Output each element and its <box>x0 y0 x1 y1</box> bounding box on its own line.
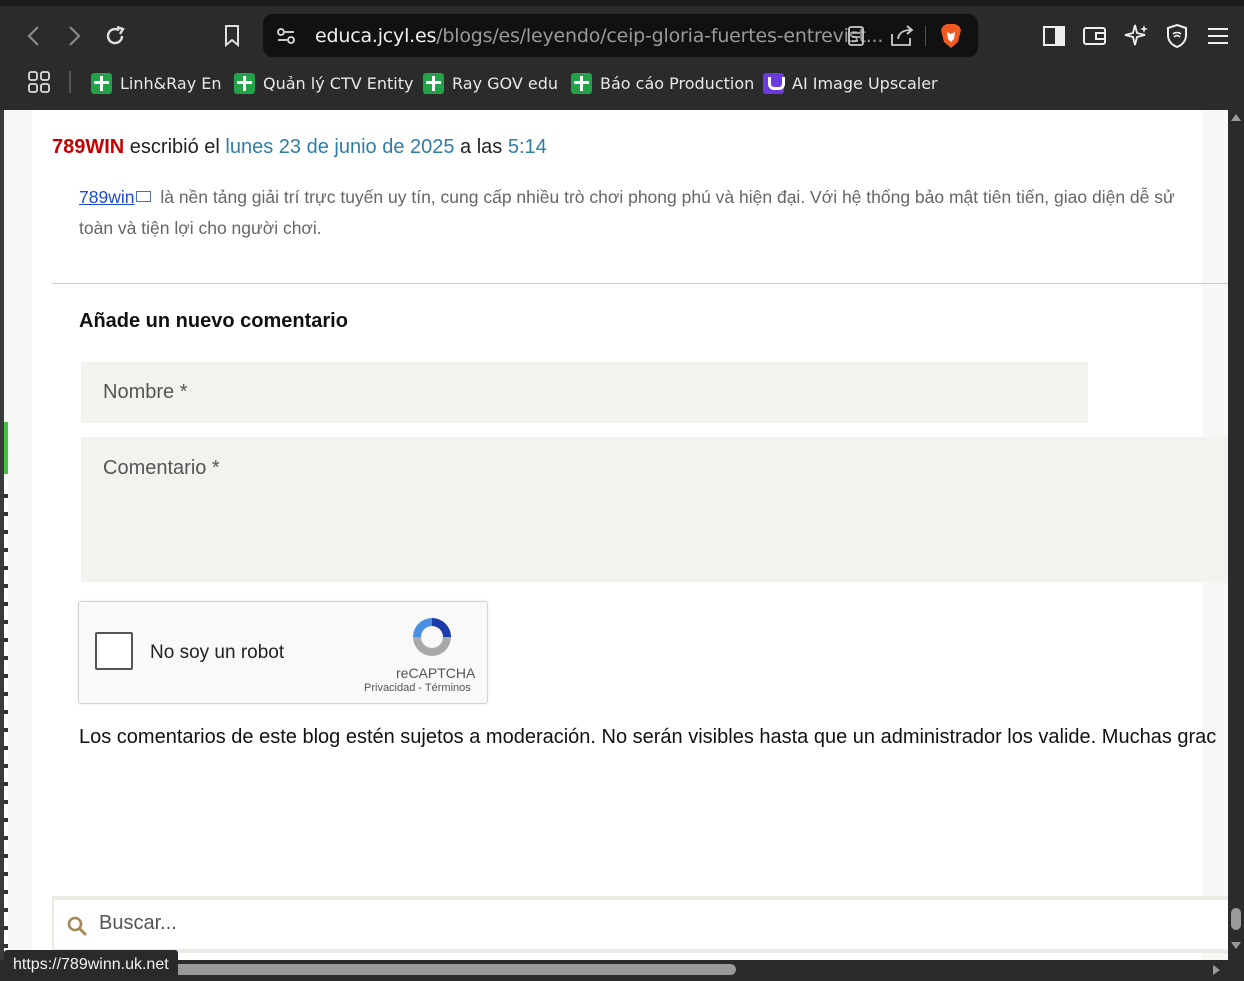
name-placeholder: Nombre * <box>103 381 188 403</box>
external-link-icon <box>136 191 152 202</box>
scroll-down-icon[interactable] <box>1231 942 1241 949</box>
url-path: /blogs/es/leyendo/ceip-gloria-fuertes-en… <box>436 25 884 47</box>
apps-grid-icon[interactable] <box>27 70 51 99</box>
search-box: Buscar... <box>52 896 1228 953</box>
search-icon <box>66 915 88 942</box>
recaptcha-widget: No soy un robot reCAPTCHA Privacidad - T… <box>78 601 488 704</box>
recaptcha-brand: reCAPTCHA <box>396 665 476 681</box>
search-input[interactable]: Buscar... <box>54 900 1228 949</box>
bookmarks-divider <box>69 71 71 93</box>
upscaler-icon <box>763 72 785 94</box>
side-marker <box>4 422 8 474</box>
vertical-scrollbar[interactable] <box>1228 110 1244 960</box>
comment-time[interactable]: 5:14 <box>508 136 547 158</box>
browser-toolbar: educa.jcyl.es/blogs/es/leyendo/ceip-glor… <box>0 0 1244 110</box>
sidebar-toggle-icon[interactable] <box>1038 20 1070 52</box>
at-text: a las <box>454 136 508 158</box>
side-edge <box>4 480 8 960</box>
vertical-scroll-thumb[interactable] <box>1231 908 1241 930</box>
address-divider <box>925 26 926 46</box>
bookmark-label: AI Image Upscaler <box>792 73 938 93</box>
wallet-icon[interactable] <box>1079 20 1111 52</box>
wrote-text: escribió el <box>124 136 226 158</box>
reader-mode-icon[interactable] <box>847 25 865 52</box>
comment-body: 789win là nền tảng giải trí trực tuyến u… <box>79 182 1228 244</box>
reload-icon[interactable] <box>99 20 131 52</box>
comment-text-line2: toàn và tiện lợi cho người chơi. <box>79 218 322 238</box>
comment-divider <box>52 283 1228 284</box>
recaptcha-label: No soy un robot <box>150 642 285 663</box>
forward-icon[interactable] <box>58 20 90 52</box>
address-bar[interactable]: educa.jcyl.es/blogs/es/leyendo/ceip-glor… <box>263 14 978 57</box>
horizontal-scroll-thumb[interactable] <box>172 964 736 975</box>
comment-meta: 789WIN escribió el lunes 23 de junio de … <box>52 136 547 159</box>
bookmark-label: Báo cáo Production <box>600 73 755 93</box>
brave-shields-icon[interactable] <box>939 23 963 54</box>
status-bar-url: https://789winn.uk.net <box>4 950 178 980</box>
scroll-right-icon[interactable] <box>1213 965 1220 975</box>
site-settings-icon[interactable] <box>275 25 297 52</box>
search-placeholder: Buscar... <box>99 912 177 934</box>
sheets-icon <box>234 72 255 94</box>
bookmark-ai-upscaler[interactable]: AI Image Upscaler <box>763 70 938 96</box>
web-page: 789WIN escribió el lunes 23 de junio de … <box>4 110 1228 960</box>
scroll-up-icon[interactable] <box>1231 114 1241 121</box>
recaptcha-logo-icon <box>409 614 455 660</box>
comment-author: 789WIN <box>52 136 125 158</box>
recaptcha-checkbox[interactable] <box>95 632 133 670</box>
sheets-icon <box>91 72 112 94</box>
sheets-icon <box>571 72 592 94</box>
bookmark-icon[interactable] <box>216 20 248 52</box>
url-host: educa.jcyl.es <box>315 25 437 47</box>
bookmark-bao-cao[interactable]: Báo cáo Production <box>571 70 754 96</box>
comment-placeholder: Comentario * <box>103 457 220 479</box>
url-text[interactable]: educa.jcyl.es/blogs/es/leyendo/ceip-glor… <box>315 25 883 47</box>
vpn-icon[interactable] <box>1161 20 1193 52</box>
bookmark-label: Linh&Ray En <box>120 73 222 93</box>
moderation-note: Los comentarios de este blog estén sujet… <box>79 726 1217 748</box>
bookmark-label: Ray GOV edu <box>452 73 559 93</box>
horizontal-scrollbar[interactable] <box>0 960 1244 981</box>
comment-date[interactable]: lunes 23 de junio de 2025 <box>225 136 454 158</box>
comment-field[interactable]: Comentario * <box>81 437 1228 582</box>
menu-icon[interactable] <box>1202 20 1234 52</box>
tab-strip-edge <box>0 0 1244 6</box>
comment-text-line1: là nền tảng giải trí trực tuyến uy tín, … <box>155 187 1175 207</box>
back-icon[interactable] <box>18 20 50 52</box>
form-title: Añade un nuevo comentario <box>79 310 348 332</box>
comment-link[interactable]: 789win <box>79 187 134 207</box>
leo-ai-icon[interactable] <box>1120 20 1152 52</box>
bookmark-quan-ly-ctv[interactable]: Quản lý CTV Entity <box>234 70 413 96</box>
bookmark-label: Quản lý CTV Entity <box>263 73 414 93</box>
bookmark-ray-gov[interactable]: Ray GOV edu <box>423 70 558 96</box>
share-icon[interactable] <box>889 24 915 53</box>
recaptcha-links[interactable]: Privacidad - Términos <box>364 682 471 694</box>
sheets-icon <box>423 72 444 94</box>
bookmark-linh-ray[interactable]: Linh&Ray En <box>91 70 222 96</box>
bookmarks-bar: Linh&Ray En Quản lý CTV Entity Ray GOV e… <box>0 66 1244 102</box>
name-field[interactable]: Nombre * <box>81 362 1088 423</box>
